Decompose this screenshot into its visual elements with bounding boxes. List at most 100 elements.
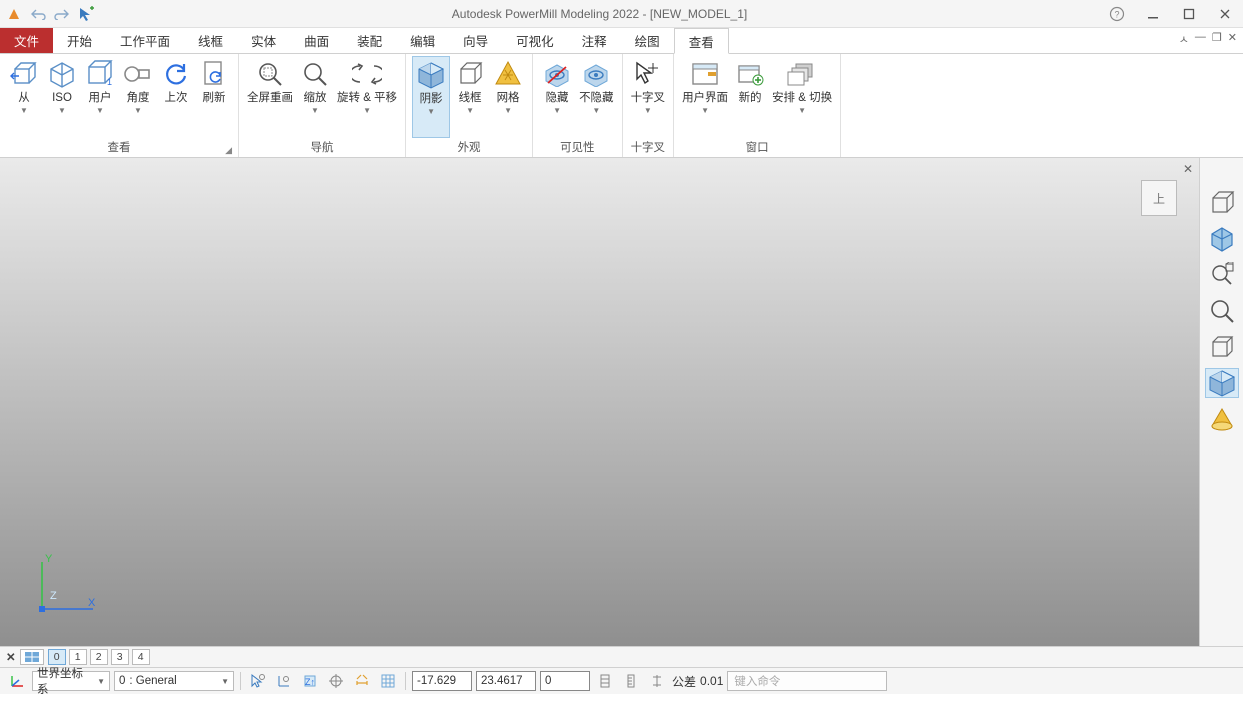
- grid-toggle-icon[interactable]: [377, 671, 399, 691]
- tab-2[interactable]: 线框: [184, 28, 237, 53]
- ribbon-btn-3-0[interactable]: 隐藏▼: [539, 56, 575, 138]
- level-number: 0: [119, 675, 125, 687]
- ribbon-btn-4-0[interactable]: 十字叉▼: [629, 56, 668, 138]
- level-combo[interactable]: 0: General▼: [114, 671, 234, 691]
- snap-point-icon[interactable]: [247, 671, 269, 691]
- ribbon-btn-label: 角度: [127, 92, 150, 105]
- undo-icon[interactable]: [28, 4, 48, 24]
- ribbon-btn-1-1[interactable]: 缩放▼: [297, 56, 333, 138]
- panel-5: 用户界面▼新的安排 & 切换▼窗口: [674, 54, 841, 157]
- snap-grid-icon[interactable]: [325, 671, 347, 691]
- palette-btn-0[interactable]: [1205, 188, 1239, 218]
- chevron-down-icon: ▼: [363, 106, 371, 115]
- command-input[interactable]: 键入命令: [727, 671, 887, 691]
- layer-level-2[interactable]: 2: [90, 649, 108, 665]
- panel-4: 十字叉▼十字叉: [623, 54, 675, 157]
- ribbon-btn-2-0[interactable]: 阴影▼: [412, 56, 450, 138]
- ribbon-btn-5-2[interactable]: 安排 & 切换▼: [770, 56, 834, 138]
- ribbon-btn-2-1[interactable]: 线框▼: [452, 56, 488, 138]
- tab-8[interactable]: 可视化: [502, 28, 568, 53]
- ribbon-btn-0-3[interactable]: 角度▼: [120, 56, 156, 138]
- mdi-minimize-icon[interactable]: —: [1195, 31, 1206, 47]
- ribbon-btn-label: 上次: [165, 92, 188, 105]
- layer-level-1[interactable]: 1: [69, 649, 87, 665]
- tab-3[interactable]: 实体: [237, 28, 290, 53]
- maximize-icon[interactable]: [1175, 4, 1203, 24]
- layer-grid-icon[interactable]: [20, 649, 44, 665]
- coord-system-combo[interactable]: 世界坐标系▼: [32, 671, 110, 691]
- refresh-blue-icon: [160, 58, 192, 90]
- viewport-close-icon[interactable]: ✕: [1183, 162, 1193, 176]
- dialog-launcher-icon[interactable]: ◢: [225, 145, 232, 156]
- mdi-close-icon[interactable]: ✕: [1228, 31, 1237, 47]
- tolerance-icon[interactable]: [646, 671, 668, 691]
- ribbon-btn-3-1[interactable]: 不隐藏▼: [577, 56, 616, 138]
- chevron-down-icon: ▼: [644, 106, 652, 115]
- tab-7[interactable]: 向导: [449, 28, 502, 53]
- ribbon-btn-1-0[interactable]: 全屏重画: [245, 56, 295, 138]
- close-icon[interactable]: [1211, 4, 1239, 24]
- mdi-restore-icon[interactable]: ❐: [1212, 31, 1222, 47]
- camera-icon: [122, 58, 154, 90]
- layer-level-3[interactable]: 3: [111, 649, 129, 665]
- ruler-icon[interactable]: [620, 671, 642, 691]
- palette-btn-4[interactable]: [1205, 332, 1239, 362]
- palette-btn-1[interactable]: [1205, 224, 1239, 254]
- ribbon-btn-2-2[interactable]: 网格▼: [490, 56, 526, 138]
- ribbon-btn-label: 线框: [459, 92, 482, 105]
- tab-11[interactable]: 查看: [674, 28, 729, 54]
- coord-z-input[interactable]: 0: [540, 671, 590, 691]
- palette-btn-3[interactable]: [1205, 296, 1239, 326]
- cube-wire-icon: [454, 58, 486, 90]
- ribbon-collapse-icon[interactable]: ㅅ: [1179, 31, 1189, 47]
- ribbon-btn-label: 隐藏: [546, 92, 569, 105]
- coord-x-input[interactable]: -17.629: [412, 671, 472, 691]
- snap-axis-icon[interactable]: [273, 671, 295, 691]
- tab-9[interactable]: 注释: [568, 28, 621, 53]
- ribbon-btn-0-5[interactable]: 刷新: [196, 56, 232, 138]
- redo-icon[interactable]: [52, 4, 72, 24]
- ribbon-btn-0-0[interactable]: 从▼: [6, 56, 42, 138]
- layer-level-0[interactable]: 0: [48, 649, 66, 665]
- pointer-plus-icon[interactable]: [76, 4, 96, 24]
- window-new-icon: [734, 58, 766, 90]
- file-menu[interactable]: 文件: [0, 28, 53, 53]
- snap-dim-icon[interactable]: [351, 671, 373, 691]
- view-cube[interactable]: 上: [1141, 180, 1177, 216]
- ribbon-btn-0-4[interactable]: 上次: [158, 56, 194, 138]
- ribbon-btn-label: ISO: [52, 92, 72, 105]
- layer-level-4[interactable]: 4: [132, 649, 150, 665]
- cube-user-icon: 1: [84, 58, 116, 90]
- tab-6[interactable]: 编辑: [396, 28, 449, 53]
- ribbon-btn-0-2[interactable]: 1用户▼: [82, 56, 118, 138]
- ribbon-btn-5-1[interactable]: 新的: [732, 56, 768, 138]
- snap-z-icon[interactable]: Z↑: [299, 671, 321, 691]
- help-icon[interactable]: ?: [1103, 4, 1131, 24]
- axes-toggle-icon[interactable]: [6, 671, 28, 691]
- tab-5[interactable]: 装配: [343, 28, 396, 53]
- ribbon-btn-label: 新的: [739, 92, 762, 105]
- minimize-icon[interactable]: [1139, 4, 1167, 24]
- palette-btn-2[interactable]: [1205, 260, 1239, 290]
- chevron-down-icon: ▼: [134, 106, 142, 115]
- tab-1[interactable]: 工作平面: [106, 28, 184, 53]
- ribbon-btn-1-2[interactable]: 旋转 & 平移▼: [335, 56, 399, 138]
- panel-title: 十字叉: [629, 139, 668, 157]
- palette-btn-5[interactable]: [1205, 368, 1239, 398]
- chevron-down-icon: ▼: [504, 106, 512, 115]
- panel-title: 导航: [245, 139, 399, 157]
- ribbon-btn-0-1[interactable]: ISO▼: [44, 56, 80, 138]
- layer-close-icon[interactable]: ✕: [6, 650, 16, 664]
- step-size-icon[interactable]: [594, 671, 616, 691]
- coord-y-input[interactable]: 23.4617: [476, 671, 536, 691]
- ribbon-btn-5-0[interactable]: 用户界面▼: [680, 56, 730, 138]
- chevron-down-icon: ▼: [311, 106, 319, 115]
- orbit-icon: [351, 58, 383, 90]
- tab-0[interactable]: 开始: [53, 28, 106, 53]
- tool-palette: [1199, 158, 1243, 646]
- tab-10[interactable]: 绘图: [621, 28, 674, 53]
- viewport[interactable]: ✕ 上 Y X Z: [0, 158, 1199, 646]
- tab-4[interactable]: 曲面: [290, 28, 343, 53]
- palette-btn-6[interactable]: [1205, 404, 1239, 434]
- axes-icon: Y X Z: [28, 554, 98, 624]
